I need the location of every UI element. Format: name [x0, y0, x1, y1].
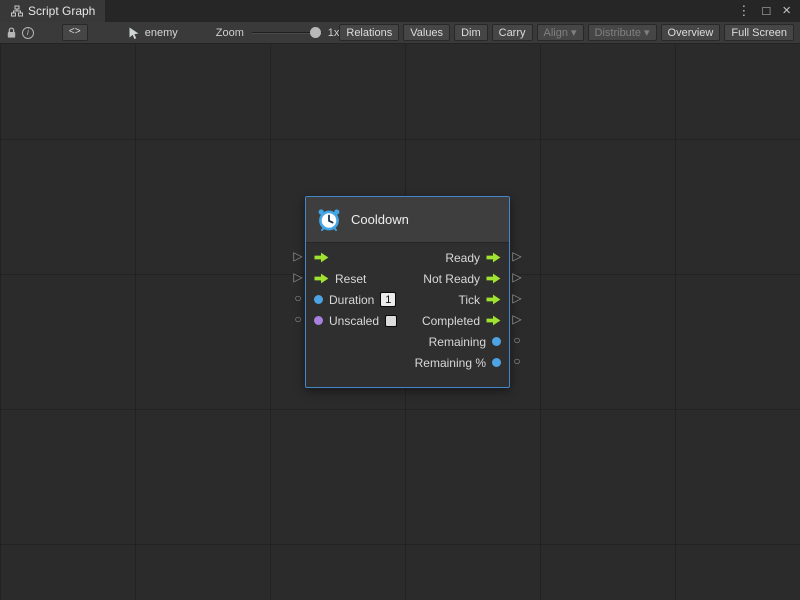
cooldown-node-wrapper: ▷ ▷ ○ ○ Cooldown [291, 196, 524, 388]
dim-button[interactable]: Dim [454, 24, 488, 41]
graph-toolbar: i <> enemy Zoom 1x Relations Values Dim … [0, 22, 800, 44]
value-port-dot [314, 316, 323, 325]
flow-arrow-icon [486, 252, 501, 263]
lock-icon[interactable] [4, 24, 20, 42]
port-tick[interactable]: ▷ [510, 288, 524, 309]
output-label: Remaining [429, 335, 486, 349]
output-ports-column: ▷ ▷ ▷ ▷ ○ ○ [510, 246, 524, 372]
code-icon: <> [69, 27, 81, 38]
unscaled-checkbox[interactable] [385, 315, 397, 327]
input-ports-column: ▷ ▷ ○ ○ [291, 246, 305, 330]
zoom-slider[interactable] [252, 26, 322, 40]
port-reset[interactable]: ▷ [291, 267, 305, 288]
flow-arrow-icon [314, 252, 329, 263]
input-label: Reset [335, 272, 366, 286]
output-label: Tick [458, 293, 480, 307]
value-port-dot [314, 295, 323, 304]
relations-button[interactable]: Relations [339, 24, 399, 41]
values-button[interactable]: Values [403, 24, 450, 41]
distribute-dropdown-icon: ▾ [644, 26, 650, 39]
node-row: Remaining % [306, 352, 509, 373]
graph-canvas[interactable]: ▷ ▷ ○ ○ Cooldown [0, 44, 800, 600]
flow-arrow-icon [486, 294, 501, 305]
script-graph-icon [10, 5, 23, 18]
node-header[interactable]: Cooldown [306, 197, 509, 243]
zoom-label: Zoom [216, 27, 244, 39]
window-controls: ⋮ □ × [737, 0, 800, 22]
node-row: Ready [306, 247, 509, 268]
node-row: Duration Tick [306, 289, 509, 310]
graph-pointer-icon [128, 24, 141, 42]
node-row: Remaining [306, 331, 509, 352]
output-label: Ready [445, 251, 480, 265]
tab-strip: Script Graph ⋮ □ × [0, 0, 800, 22]
input-label: Duration [329, 293, 374, 307]
maximize-icon[interactable]: □ [762, 0, 770, 22]
cooldown-node[interactable]: Cooldown Ready [305, 196, 510, 388]
graph-breadcrumb[interactable]: enemy [128, 24, 178, 42]
node-title: Cooldown [351, 212, 409, 227]
carry-button[interactable]: Carry [492, 24, 533, 41]
flow-arrow-icon [486, 315, 501, 326]
port-remaining-percent[interactable]: ○ [510, 351, 524, 372]
port-ready[interactable]: ▷ [510, 246, 524, 267]
port-remaining[interactable]: ○ [510, 330, 524, 351]
output-label: Remaining % [415, 356, 486, 370]
toolbar-button-group: Relations Values Dim Carry Align ▾ Distr… [339, 24, 796, 41]
info-icon[interactable]: i [20, 24, 36, 42]
output-label: Not Ready [423, 272, 480, 286]
align-dropdown-icon: ▾ [571, 26, 577, 39]
port-not-ready[interactable]: ▷ [510, 267, 524, 288]
tab-script-graph[interactable]: Script Graph [0, 0, 105, 22]
node-row: Unscaled Completed [306, 310, 509, 331]
output-label: Completed [422, 314, 480, 328]
node-body: Ready Reset Not Ready [306, 243, 509, 387]
distribute-button: Distribute ▾ [588, 24, 657, 41]
value-port-dot [492, 358, 501, 367]
duration-input[interactable] [380, 292, 396, 307]
flow-arrow-icon [314, 273, 329, 284]
align-button: Align ▾ [537, 24, 584, 41]
port-unscaled[interactable]: ○ [291, 309, 305, 330]
flow-arrow-icon [486, 273, 501, 284]
port-duration[interactable]: ○ [291, 288, 305, 309]
tab-title: Script Graph [28, 4, 95, 18]
value-port-dot [492, 337, 501, 346]
full-screen-button[interactable]: Full Screen [724, 24, 794, 41]
close-icon[interactable]: × [782, 0, 791, 22]
code-view-button[interactable]: <> [62, 24, 88, 41]
graph-name-label: enemy [145, 27, 178, 39]
overview-button[interactable]: Overview [661, 24, 721, 41]
node-row: Reset Not Ready [306, 268, 509, 289]
alarm-clock-icon [316, 207, 342, 233]
port-completed[interactable]: ▷ [510, 309, 524, 330]
menu-icon[interactable]: ⋮ [737, 0, 750, 22]
zoom-slider-handle[interactable] [310, 27, 321, 38]
zoom-value: 1x [328, 27, 340, 39]
port-enter[interactable]: ▷ [291, 246, 305, 267]
input-label: Unscaled [329, 314, 379, 328]
